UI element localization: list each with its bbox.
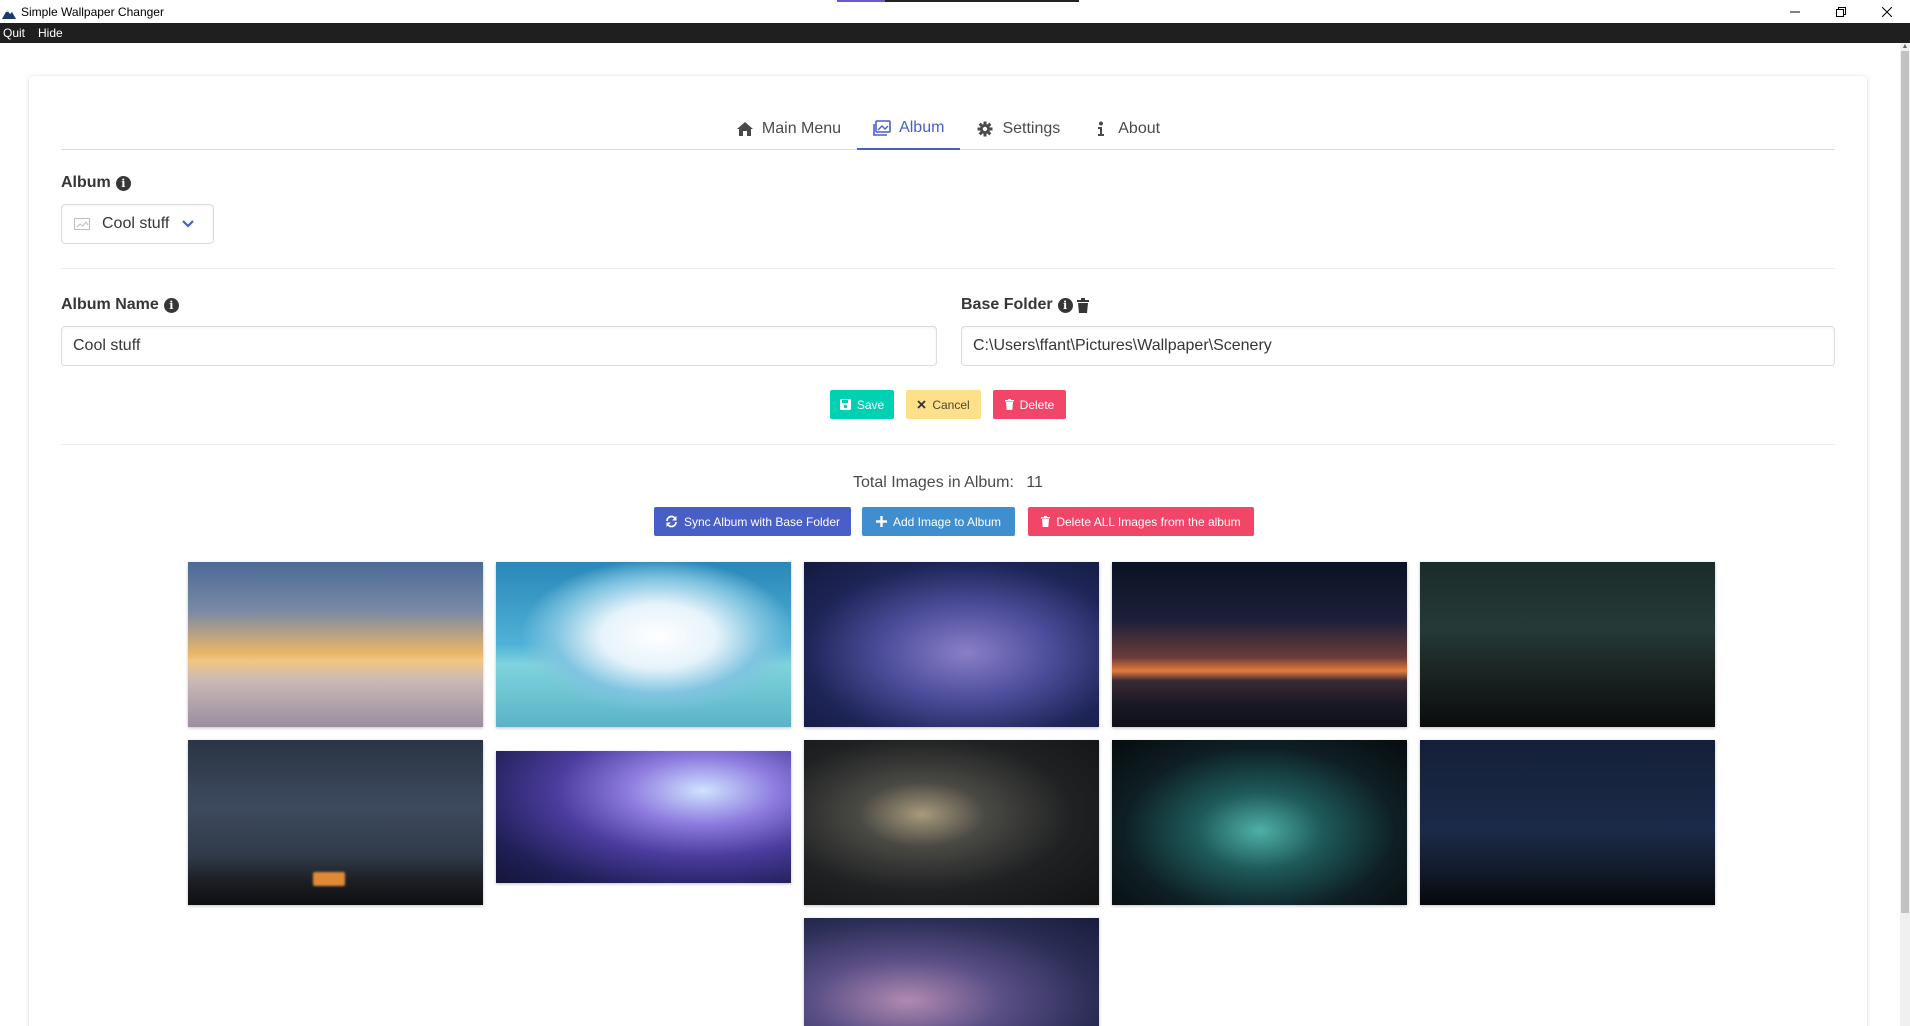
album-name-value: Cool stuff <box>73 337 141 354</box>
sync-album-button[interactable]: Sync Album with Base Folder <box>654 507 851 536</box>
total-images-label: Total Images in Album: <box>852 474 1014 491</box>
tab-about[interactable]: About <box>1076 108 1176 150</box>
tab-main-menu[interactable]: Main Menu <box>720 108 857 150</box>
tab-settings[interactable]: Settings <box>960 108 1076 150</box>
album-info-icon[interactable]: i <box>115 175 131 191</box>
section-divider-1 <box>61 268 1835 269</box>
album-name-label-text: Album Name <box>61 296 159 313</box>
minimize-icon <box>1790 11 1800 12</box>
tab-main-menu-label: Main Menu <box>761 120 842 137</box>
add-image-button[interactable]: Add Image to Album <box>862 507 1015 536</box>
tab-settings-label: Settings <box>1002 120 1061 137</box>
title-bar: Simple Wallpaper Changer <box>0 0 1910 23</box>
purple-galaxy-thumbnail[interactable] <box>804 918 1099 1026</box>
base-folder-label-text: Base Folder <box>961 296 1053 313</box>
album-name-input[interactable]: Cool stuff <box>61 326 937 366</box>
album-select-value: Cool stuff <box>102 215 170 232</box>
delete-all-images-label: Delete ALL Images from the album <box>1056 514 1241 529</box>
floating-islands-thumbnail[interactable] <box>496 751 791 883</box>
album-label: Album i <box>61 174 131 192</box>
trash-white-icon <box>1041 516 1051 527</box>
trash-icon[interactable] <box>1076 297 1089 313</box>
gear-icon <box>976 120 994 138</box>
menu-hide[interactable]: Hide <box>35 26 67 40</box>
album-card: Main Menu Album Settings About Album i C… <box>29 76 1867 1026</box>
mountain-night-thumbnail[interactable] <box>1112 562 1407 727</box>
base-folder-value: C:\Users\ffant\Pictures\Wallpaper\Scener… <box>973 337 1272 354</box>
album-picture-icon <box>74 218 90 230</box>
delete-button[interactable]: Delete <box>993 390 1066 419</box>
base-folder-label: Base Folder i <box>961 296 1089 314</box>
section-divider-2 <box>61 444 1835 445</box>
minimize-button[interactable] <box>1772 0 1818 23</box>
info-icon <box>1092 120 1110 138</box>
forest-stars-thumbnail[interactable] <box>1420 740 1715 905</box>
chevron-down-icon <box>180 216 196 232</box>
restore-button[interactable] <box>1818 0 1864 23</box>
plus-icon <box>875 516 887 527</box>
sync-album-label: Sync Album with Base Folder <box>683 514 841 529</box>
castle-lights <box>313 872 345 886</box>
sync-icon <box>665 515 678 528</box>
vertical-scrollbar[interactable]: ▲ <box>1900 43 1910 1026</box>
dark-lake-stars-thumbnail[interactable] <box>1420 562 1715 727</box>
window-controls <box>1772 0 1910 23</box>
tab-album[interactable]: Album <box>857 108 961 150</box>
teal-milky-way-thumbnail[interactable] <box>1112 740 1407 905</box>
milky-way-blue-thumbnail[interactable] <box>804 562 1099 727</box>
cancel-button-label: Cancel <box>932 397 970 412</box>
save-icon <box>839 399 851 410</box>
cancel-button[interactable]: Cancel <box>906 390 981 419</box>
x-icon <box>917 400 926 409</box>
restore-icon <box>1836 6 1846 17</box>
delete-all-images-button[interactable]: Delete ALL Images from the album <box>1028 507 1254 536</box>
add-image-label: Add Image to Album <box>892 514 1002 529</box>
images-icon <box>873 119 891 137</box>
window-title: Simple Wallpaper Changer <box>21 4 164 19</box>
total-images-count: 11 <box>1026 474 1044 491</box>
castle-night-thumbnail[interactable] <box>188 740 483 905</box>
cloud-ocean-thumbnail[interactable] <box>496 562 791 727</box>
tab-bar: Main Menu Album Settings About <box>61 108 1835 150</box>
galaxy-core-thumbnail[interactable] <box>804 740 1099 905</box>
sunset-clouds-thumbnail[interactable] <box>188 562 483 727</box>
title-accent-highlight <box>837 0 885 2</box>
base-folder-input[interactable]: C:\Users\ffant\Pictures\Wallpaper\Scener… <box>961 326 1835 366</box>
menu-bar: Quit Hide <box>0 23 1910 43</box>
close-icon <box>1882 6 1892 17</box>
delete-button-label: Delete <box>1019 397 1055 412</box>
tab-album-label: Album <box>899 119 945 136</box>
menu-quit[interactable]: Quit <box>0 26 29 40</box>
app-mountain-icon <box>2 6 16 19</box>
album-label-text: Album <box>61 174 111 191</box>
home-icon <box>736 120 754 138</box>
close-button[interactable] <box>1864 0 1910 23</box>
scroll-up-icon[interactable]: ▲ <box>1900 43 1910 51</box>
album-name-info-icon[interactable]: i <box>163 297 179 313</box>
save-button-label: Save <box>856 397 885 412</box>
save-button[interactable]: Save <box>830 390 894 419</box>
scrollbar-thumb[interactable] <box>1901 51 1909 913</box>
trash-white-icon <box>1004 399 1014 410</box>
album-name-label: Album Name i <box>61 296 179 314</box>
tab-about-label: About <box>1118 120 1161 137</box>
album-select[interactable]: Cool stuff <box>61 204 214 244</box>
base-folder-info-icon[interactable]: i <box>1057 297 1073 313</box>
total-images: Total Images in Album: 11 <box>29 474 1867 492</box>
